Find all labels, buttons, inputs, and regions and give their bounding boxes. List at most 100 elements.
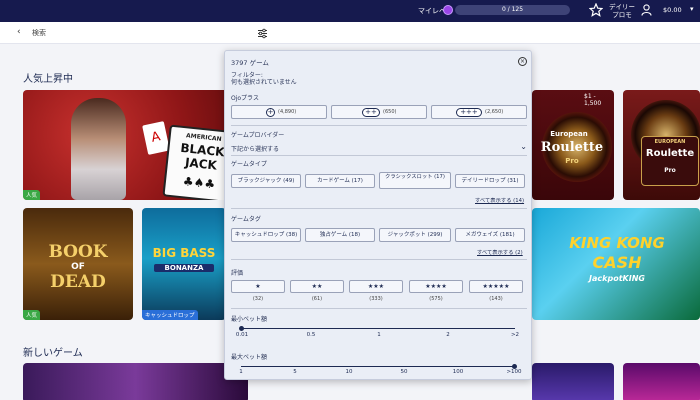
- min-bet-tick: 0.01: [235, 332, 249, 338]
- daily-line2: プロモ: [612, 11, 632, 19]
- rating-1-count: (32): [252, 296, 264, 302]
- tile-suffix: Pro: [664, 167, 676, 174]
- game-type-chip-classic-slot[interactable]: クラシックスロット (17): [379, 172, 451, 189]
- min-bet-slider[interactable]: [241, 328, 515, 329]
- search-bar: ‹: [0, 22, 700, 44]
- divider: [231, 208, 527, 209]
- back-arrow-icon[interactable]: ‹: [17, 27, 21, 37]
- close-icon[interactable]: ×: [518, 57, 527, 66]
- min-bet-tick: >2: [510, 332, 520, 338]
- rating-5-button[interactable]: ★★★★★: [469, 280, 523, 293]
- rating-3-count: (333): [369, 296, 383, 302]
- plus-icon: +++: [456, 108, 482, 117]
- tile-name: Roulette: [540, 140, 604, 155]
- level-progress-bar: 0 / 125: [455, 5, 570, 15]
- search-input[interactable]: [32, 25, 252, 41]
- provider-select-text: 下記から選択する: [231, 146, 280, 153]
- game-tile-new-3[interactable]: [623, 363, 700, 400]
- ojo-plus-2-button[interactable]: ++ (650): [331, 105, 427, 119]
- ojo-plus-3-button[interactable]: +++ (2,650): [431, 105, 527, 119]
- tile-line3: DEAD: [50, 272, 106, 292]
- rating-3-button[interactable]: ★★★: [349, 280, 403, 293]
- star-icon[interactable]: [589, 3, 603, 17]
- rating-2-count: (61): [311, 296, 323, 302]
- game-tile-book-of-dead[interactable]: BOOK OF DEAD 人気: [23, 208, 133, 320]
- max-bet-tick: 10: [345, 369, 353, 375]
- game-type-chip-blackjack[interactable]: ブラックジャック (49): [231, 174, 301, 188]
- dealer-figure: [71, 98, 126, 200]
- top-bar: マイレベル 0 / 125 デイリー プロモ $0.00 ▾: [0, 0, 700, 22]
- max-bet-slider[interactable]: [241, 366, 515, 367]
- user-icon[interactable]: [641, 4, 652, 16]
- game-count: 3797 ゲーム: [231, 59, 269, 67]
- divider: [231, 125, 527, 126]
- rating-4-count: (575): [429, 296, 443, 302]
- tile-line3: JackpotKING: [589, 274, 645, 283]
- chevron-down-icon[interactable]: ▾: [690, 5, 694, 13]
- game-tag-chip-cash-drop[interactable]: キャッシュドロップ (38): [231, 228, 301, 242]
- tile-prefix: EUROPEAN: [654, 139, 686, 145]
- max-bet-tick: 1: [239, 369, 243, 375]
- show-all-types-link[interactable]: すべて表示する (14): [475, 196, 524, 204]
- tile-name: Roulette: [645, 148, 695, 159]
- provider-select[interactable]: 下記から選択する ⌄: [231, 142, 527, 154]
- rating-4-button[interactable]: ★★★★: [409, 280, 463, 293]
- tile-suffix: Pro: [565, 157, 579, 165]
- game-tag-chip-exclusive[interactable]: 独占ゲーム (18): [305, 228, 375, 242]
- ojo-plus-count: (650): [383, 109, 397, 115]
- filter-sliders-icon[interactable]: [257, 28, 268, 39]
- card-suits-icon: ♣♠♣: [182, 174, 216, 192]
- rating-5-count: (143): [489, 296, 503, 302]
- game-tag-label: ゲームタグ: [231, 216, 261, 223]
- filter-panel: 3797 ゲーム × フィルター: 何も選択されていません Ojoプラス + (…: [224, 50, 532, 380]
- daily-promo-button[interactable]: デイリー プロモ: [609, 3, 635, 19]
- game-tile-roulette-pro[interactable]: EUROPEAN Roulette Pro: [623, 90, 700, 200]
- min-bet-handle[interactable]: [239, 326, 244, 331]
- game-tile-new-2[interactable]: [532, 363, 614, 400]
- max-bet-label: 最大ベット額: [231, 354, 268, 361]
- ojo-plus-count: (4,890): [278, 109, 297, 115]
- game-tile-big-bass-bonanza[interactable]: BIG BASS BONANZA キャッシュドロップ: [142, 208, 226, 320]
- daily-line1: デイリー: [609, 3, 635, 11]
- tile-line2: OF: [71, 262, 85, 272]
- tile-line2: BONANZA: [154, 264, 214, 272]
- popular-badge: 人気: [23, 310, 41, 320]
- rating-1-button[interactable]: ★: [231, 280, 285, 293]
- tile-line1: KING KONG: [569, 234, 665, 252]
- max-bet-tick: 5: [293, 369, 297, 375]
- card-ace-icon: A: [142, 121, 170, 155]
- game-tile-new-1[interactable]: [23, 363, 248, 400]
- rating-label: 評価: [231, 270, 244, 277]
- plus-icon: +: [266, 108, 275, 117]
- max-bet-tick: >100: [506, 369, 522, 375]
- divider: [231, 155, 527, 156]
- game-tile-blackjack[interactable]: A AMERICAN BLACK JACK ♣♠♣ 人気: [23, 90, 248, 200]
- min-bet-tick: 1: [377, 332, 381, 338]
- min-bet-label: 最小ベット額: [231, 316, 268, 323]
- cash-drop-badge: キャッシュドロップ: [142, 310, 198, 320]
- ojo-plus-count: (2,650): [485, 109, 504, 115]
- show-all-tags-link[interactable]: すべて表示する (2): [477, 248, 523, 256]
- bet-range: $1 - 1,500: [584, 93, 602, 107]
- roulette-logo: EUROPEAN Roulette Pro: [641, 136, 699, 186]
- min-bet-tick: 0.5: [306, 332, 316, 338]
- level-gem-icon: [443, 5, 453, 15]
- game-tile-king-kong-cash[interactable]: KING KONG CASH JackpotKING: [532, 208, 700, 320]
- rating-2-button[interactable]: ★★: [290, 280, 344, 293]
- chevron-down-icon: ⌄: [520, 142, 527, 151]
- balance-display[interactable]: $0.00: [663, 6, 682, 14]
- game-type-chip-daily-drop[interactable]: デイリードロップ (31): [455, 174, 525, 188]
- ojo-plus-1-button[interactable]: + (4,890): [231, 105, 327, 119]
- section-title-popular: 人気上昇中: [23, 74, 73, 85]
- tile-line1: BIG BASS: [152, 246, 216, 260]
- tile-prefix: European: [550, 130, 588, 138]
- tile-line2: CASH: [592, 253, 642, 272]
- divider: [231, 308, 527, 309]
- game-tag-chip-jackpot[interactable]: ジャックポット (299): [379, 228, 451, 242]
- tile-line1: BOOK: [48, 242, 108, 262]
- max-bet-tick: 100: [452, 369, 464, 375]
- game-type-chip-card[interactable]: カードゲーム (17): [305, 174, 375, 188]
- game-tile-european-roulette[interactable]: European Roulette Pro $1 - 1,500: [532, 90, 614, 200]
- ojo-plus-label: Ojoプラス: [231, 95, 259, 102]
- game-tag-chip-megaways[interactable]: メガウェイズ (181): [455, 228, 525, 242]
